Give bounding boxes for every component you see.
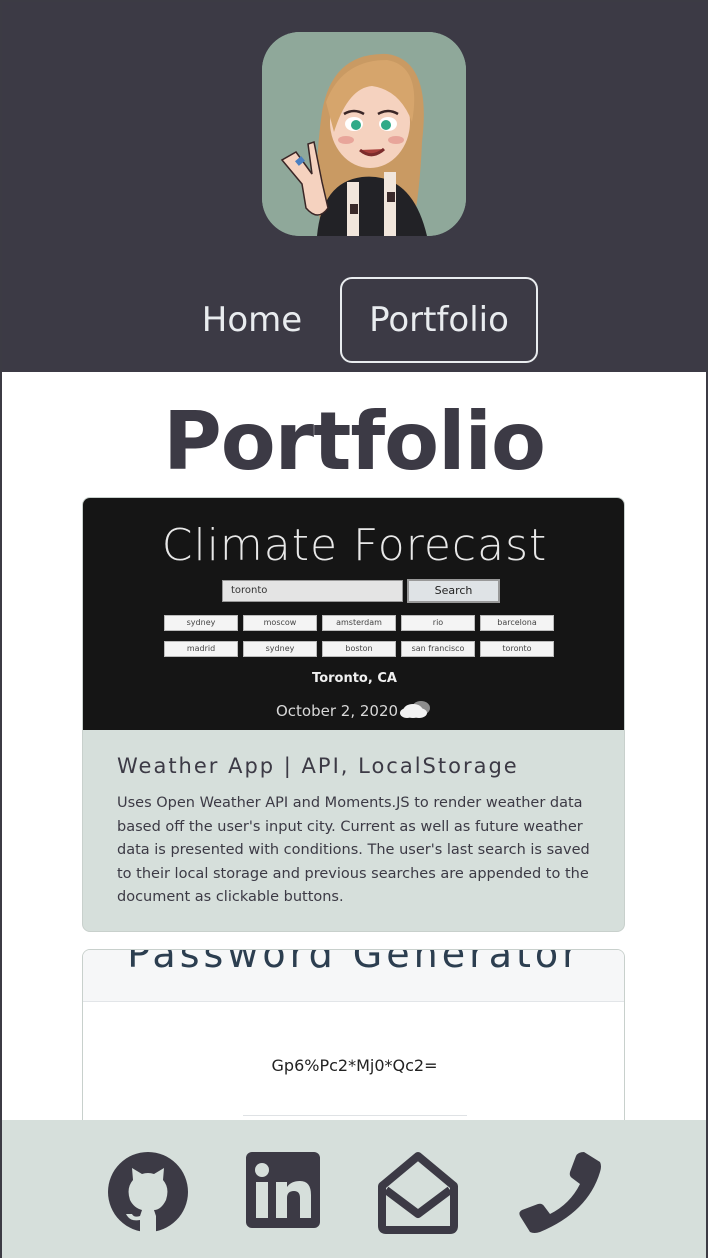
weather-app-screenshot: Climate Forecast toronto Search sydney m… [83, 498, 624, 730]
page-title: Portfolio [163, 395, 546, 488]
screenshot-city-button: madrid [164, 641, 238, 657]
screenshot-city-button: moscow [243, 615, 317, 631]
screenshot-app-title: Climate Forecast [161, 520, 548, 571]
cloud-icon [400, 701, 430, 718]
screenshot-city-button: san francisco [401, 641, 475, 657]
github-icon[interactable] [106, 1150, 190, 1234]
email-icon[interactable] [376, 1150, 460, 1234]
linkedin-icon[interactable] [244, 1150, 328, 1234]
screenshot-city-button: sydney [164, 615, 238, 631]
screenshot-current-city: Toronto, CA [312, 671, 397, 686]
nav-portfolio-link[interactable]: Portfolio [340, 277, 538, 363]
header: Home Portfolio [2, 2, 706, 372]
screenshot-app-title: Password Generator [127, 950, 582, 976]
phone-icon[interactable] [518, 1150, 602, 1234]
screenshot-city-button: boston [322, 641, 396, 657]
screenshot-password-output: Gp6%Pc2*Mj0*Qc2= [271, 1056, 438, 1075]
project-card-weather[interactable]: Climate Forecast toronto Search sydney m… [82, 497, 625, 932]
footer [2, 1120, 706, 1258]
nav-bar: Home Portfolio [2, 277, 706, 363]
screenshot-city-button: amsterdam [322, 615, 396, 631]
project-description: Uses Open Weather API and Moments.JS to … [117, 795, 590, 906]
screenshot-city-button: rio [401, 615, 475, 631]
avatar[interactable] [262, 32, 466, 236]
screenshot-date: October 2, 2020 [276, 702, 399, 720]
screenshot-search-button: Search [407, 579, 500, 603]
nav-home-link[interactable]: Home [187, 277, 317, 363]
project-card-password[interactable]: Password Generator Gp6%Pc2*Mj0*Qc2= [82, 949, 625, 1149]
password-app-screenshot-header: Password Generator [83, 950, 624, 1002]
divider [243, 1115, 467, 1116]
screenshot-city-button: barcelona [480, 615, 554, 631]
screenshot-city-button: toronto [480, 641, 554, 657]
avatar-illustration [262, 32, 466, 236]
screenshot-search-input: toronto [222, 580, 403, 602]
screenshot-city-button: sydney [243, 641, 317, 657]
project-title: Weather App | API, LocalStorage [117, 754, 519, 778]
